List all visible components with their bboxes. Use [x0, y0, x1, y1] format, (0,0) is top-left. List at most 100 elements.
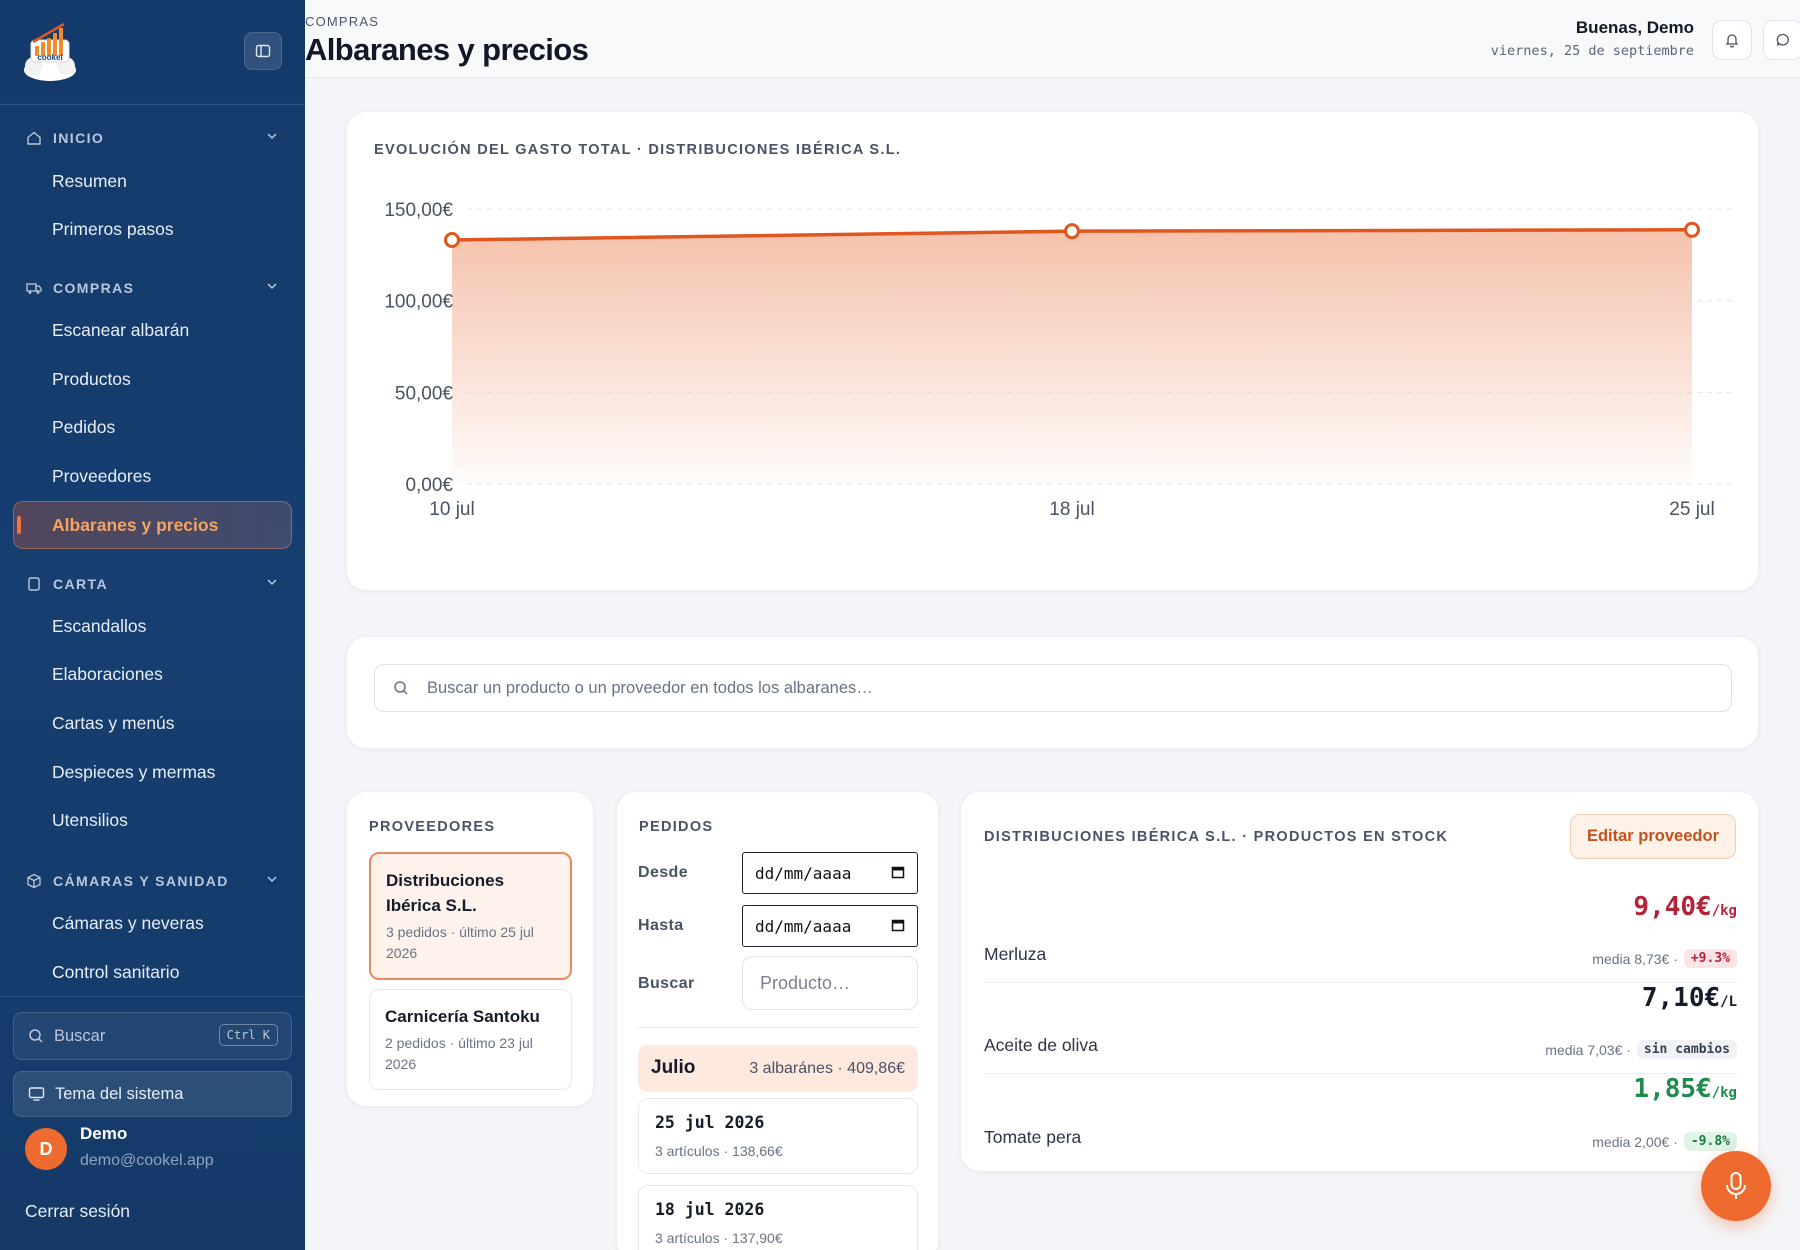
- data-point: [444, 231, 460, 248]
- to-label: Hasta: [638, 917, 684, 934]
- month-meta: 3 albaránes · 409,86€: [749, 1060, 905, 1077]
- sidebar-item-camaras-y-neveras[interactable]: Cámaras y neveras: [52, 913, 204, 934]
- theme-label: Tema del sistema: [55, 1084, 184, 1103]
- user-name: Demo: [80, 1124, 128, 1143]
- sidebar-item-despieces-y-mermas[interactable]: Despieces y mermas: [52, 762, 215, 783]
- search-icon: [394, 681, 408, 695]
- price-unit: /kg: [1711, 903, 1737, 919]
- logo-area: cookel: [0, 0, 305, 105]
- microphone-icon: [1726, 1172, 1746, 1199]
- price-value: 7,10€: [1641, 983, 1721, 1013]
- order-meta: 3 artículos · 137,90€: [655, 1230, 783, 1246]
- calendar-icon[interactable]: [891, 865, 905, 879]
- average-text: media 8,73€ ·: [1592, 950, 1678, 967]
- provider-item[interactable]: Carnicería Santoku 2 pedidos · último 23…: [369, 989, 572, 1090]
- greeting: Buenas, Demo: [1575, 18, 1694, 37]
- section-carta[interactable]: CARTA: [0, 570, 305, 598]
- section-compras[interactable]: COMPRAS: [0, 274, 305, 302]
- section-label: COMPRAS: [53, 280, 135, 296]
- product-price: 7,10€/L: [1642, 983, 1737, 1013]
- sidebar-item-cartas-y-menus[interactable]: Cartas y menús: [52, 713, 175, 734]
- price-unit: /kg: [1711, 1085, 1737, 1101]
- top-header: COMPRAS Albaranes y precios Buenas, Demo…: [305, 0, 1800, 78]
- month-group-header[interactable]: Julio 3 albaránes · 409,86€: [638, 1045, 918, 1092]
- y-tick-label: 0,00€: [405, 475, 453, 496]
- spending-chart-card: EVOLUCIÓN DEL GASTO TOTAL · DISTRIBUCION…: [346, 111, 1759, 591]
- data-point: [1064, 223, 1080, 240]
- stock-row[interactable]: Tomate pera 1,85€/kg media 2,00€ · -9.8%: [984, 1074, 1737, 1165]
- y-tick-label: 100,00€: [384, 292, 453, 313]
- price-unit: /L: [1720, 994, 1737, 1010]
- voice-input-button[interactable]: [1701, 1151, 1771, 1221]
- month-name: Julio: [651, 1057, 696, 1078]
- breadcrumb[interactable]: COMPRAS: [305, 14, 379, 29]
- monitor-icon: [28, 1087, 45, 1101]
- notifications-button[interactable]: [1712, 20, 1752, 60]
- stock-products-card: DISTRIBUCIONES IBÉRICA S.L. · PRODUCTOS …: [960, 791, 1759, 1172]
- sidebar-item-control-sanitario[interactable]: Control sanitario: [52, 962, 179, 983]
- sidebar-search-button[interactable]: Buscar Ctrl K: [13, 1012, 292, 1060]
- search-placeholder: Buscar un producto o un proveedor en tod…: [427, 678, 873, 697]
- sidebar-item-utensilios[interactable]: Utensilios: [52, 810, 128, 831]
- chevron-down-icon: [267, 579, 277, 586]
- to-date-input[interactable]: dd/mm/aaaa: [742, 905, 918, 947]
- section-camaras-y-sanidad[interactable]: CÁMARAS Y SANIDAD: [0, 867, 305, 895]
- sidebar-item-pedidos[interactable]: Pedidos: [52, 417, 115, 438]
- spending-chart: 0,00€ 50,00€ 100,00€ 150,00€ 10 jul 18 jul 25 …: [384, 200, 1737, 520]
- logout-button[interactable]: Cerrar sesión: [25, 1201, 130, 1222]
- order-date: 18 jul 2026: [655, 1200, 765, 1219]
- sidebar-item-escandallos[interactable]: Escandallos: [52, 616, 146, 637]
- from-date-input[interactable]: dd/mm/aaaa: [742, 852, 918, 894]
- order-item[interactable]: 25 jul 2026 3 artículos · 138,66€: [638, 1098, 918, 1174]
- price-value: 9,40€: [1633, 892, 1712, 922]
- box-icon: [25, 872, 43, 890]
- stock-row[interactable]: Aceite de oliva 7,10€/L media 7,03€ · sin…: [984, 983, 1737, 1074]
- section-label: CÁMARAS Y SANIDAD: [53, 873, 229, 889]
- edit-provider-button[interactable]: Editar proveedor: [1569, 814, 1736, 859]
- order-item[interactable]: 18 jul 2026 3 artículos · 137,90€: [638, 1185, 918, 1250]
- current-date: viernes, 25 de septiembre: [1490, 43, 1694, 59]
- sidebar-item-primeros-pasos[interactable]: Primeros pasos: [52, 219, 174, 240]
- search-label: Buscar: [54, 1026, 106, 1045]
- from-label: Desde: [638, 864, 689, 881]
- product-name: Aceite de oliva: [984, 1035, 1098, 1055]
- chevron-down-icon: [267, 283, 277, 290]
- price-average: media 7,03€ · sin cambios: [1545, 1040, 1737, 1059]
- avatar[interactable]: D: [25, 1128, 67, 1170]
- chevron-down-icon: [267, 876, 277, 883]
- provider-name: Carnicería Santoku: [385, 1007, 540, 1026]
- theme-toggle-button[interactable]: Tema del sistema: [13, 1071, 292, 1117]
- provider-name: Distribuciones Ibérica S.L.: [386, 871, 505, 915]
- sidebar-toggle-icon: [255, 44, 271, 58]
- providers-title: PROVEEDORES: [369, 819, 496, 835]
- order-date: 25 jul 2026: [655, 1113, 765, 1132]
- bell-icon: [1725, 34, 1739, 48]
- collapse-sidebar-button[interactable]: [244, 32, 282, 70]
- sidebar-item-elaboraciones[interactable]: Elaboraciones: [52, 664, 163, 685]
- product-price: 9,40€/kg: [1633, 892, 1737, 922]
- cookel-logo[interactable]: cookel: [22, 20, 78, 82]
- to-date-value: dd/mm/aaaa: [755, 916, 852, 936]
- sidebar-item-resumen[interactable]: Resumen: [52, 171, 127, 192]
- sidebar-item-proveedores[interactable]: Proveedores: [52, 466, 151, 487]
- orders-title: PEDIDOS: [639, 819, 714, 835]
- provider-item[interactable]: Distribuciones Ibérica S.L. 3 pedidos · …: [369, 852, 572, 980]
- x-tick-label: 18 jul: [1049, 499, 1094, 520]
- chat-button[interactable]: [1763, 20, 1800, 60]
- global-search-input[interactable]: Buscar un producto o un proveedor en tod…: [374, 664, 1732, 712]
- product-price: 1,85€/kg: [1633, 1074, 1737, 1104]
- chat-icon: [1776, 33, 1789, 46]
- stock-title: DISTRIBUCIONES IBÉRICA S.L. · PRODUCTOS …: [984, 829, 1449, 845]
- stock-row[interactable]: Merluza 9,40€/kg media 8,73€ · +9.3%: [984, 892, 1737, 983]
- area-fill: [452, 229, 1692, 484]
- sidebar-item-albaranes-y-precios[interactable]: Albaranes y precios: [52, 515, 218, 536]
- price-value: 1,85€: [1633, 1074, 1712, 1104]
- sidebar-item-productos[interactable]: Productos: [52, 369, 131, 390]
- section-label: CARTA: [53, 576, 108, 592]
- calendar-icon[interactable]: [891, 918, 905, 932]
- svg-text:cookel: cookel: [37, 53, 62, 62]
- product-search-input[interactable]: Producto…: [742, 956, 918, 1010]
- keyboard-shortcut: Ctrl K: [218, 1024, 278, 1046]
- sidebar-item-escanear-albaran[interactable]: Escanear albarán: [52, 320, 189, 341]
- section-inicio[interactable]: INICIO: [0, 124, 305, 152]
